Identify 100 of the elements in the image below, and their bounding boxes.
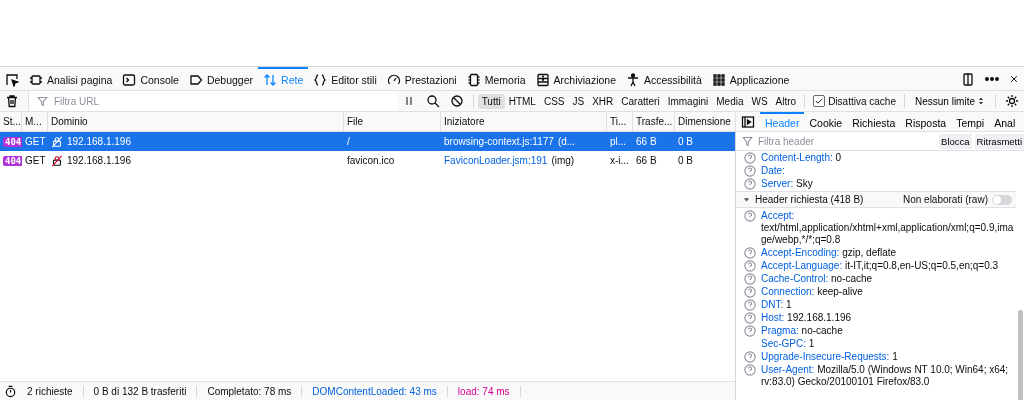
status-badge: 404	[3, 155, 22, 166]
status-badge: 404	[3, 136, 22, 147]
storage-icon	[535, 72, 550, 87]
type-cell-text: x-i...	[609, 154, 630, 168]
status-text: load: 74 ms	[447, 385, 521, 397]
details-tab[interactable]: Risposta	[900, 112, 952, 131]
details-tab[interactable]: Header	[760, 112, 805, 131]
column-header[interactable]: Trasfe...	[633, 112, 675, 131]
chip-icon	[29, 72, 43, 87]
gauge-icon	[386, 72, 401, 87]
section-title[interactable]: Header richiesta (418 B)	[755, 194, 899, 205]
type-filter-button[interactable]: Media	[712, 93, 748, 109]
devtools-tab[interactable]: Console	[117, 67, 184, 90]
header-entry: Connection: keep-alive	[761, 286, 864, 298]
dock-icon[interactable]	[961, 71, 975, 86]
type-filter-button[interactable]: JS	[568, 93, 589, 109]
details-tab[interactable]: Anal	[989, 112, 1021, 131]
column-header[interactable]: Dominio	[48, 112, 344, 131]
devtools-tab[interactable]: Memoria	[461, 67, 531, 90]
debugger-icon	[188, 72, 203, 87]
type-filter-button[interactable]: WS	[747, 93, 772, 109]
type-filter-button[interactable]: Caratteri	[617, 93, 664, 109]
status-text: 0 B di 132 B trasferiti	[83, 385, 198, 397]
header-entry: Accept-Encoding: gzip, deflate	[761, 247, 898, 259]
checkbox-label[interactable]: Disattiva cache	[828, 95, 896, 107]
type-filter-button[interactable]: Immagini	[663, 93, 713, 109]
funnel-icon	[742, 135, 753, 147]
column-header[interactable]: St...	[0, 112, 22, 131]
devtools-tab[interactable]: Editor stili	[308, 67, 382, 90]
header-entry: Upgrade-Insecure-Requests: 1	[761, 351, 899, 363]
details-tab[interactable]: Tempi	[951, 112, 990, 131]
picker-icon	[5, 72, 19, 87]
raw-toggle[interactable]	[992, 194, 1012, 205]
search-icon[interactable]	[425, 94, 440, 108]
column-header[interactable]: M...	[22, 112, 48, 131]
header-entry: Accept-Language: it-IT,it;q=0.8,en-US;q=0.5,en;q=0.3	[761, 260, 1000, 272]
stopwatch-icon	[4, 384, 17, 398]
type-cell-text: pl...	[609, 135, 628, 149]
status-text: 2 richieste	[17, 385, 84, 397]
header-entry: Cache-Control: no-cache	[761, 273, 874, 285]
trash-icon[interactable]	[5, 94, 19, 108]
devtools-tab[interactable]: Analisi pagina	[24, 67, 118, 90]
updown-arrows-icon	[263, 72, 278, 87]
devtools-tab[interactable]: Applicazione	[706, 67, 795, 90]
memory-icon	[466, 72, 481, 87]
url-filter-input[interactable]: Filtra URL	[52, 94, 352, 108]
block-icon[interactable]	[449, 94, 464, 108]
header-entry: DNT: 1	[761, 299, 793, 311]
checkbox[interactable]	[813, 95, 826, 107]
crossed-lock-icon	[51, 154, 63, 167]
panel-toggle-icon[interactable]	[741, 114, 755, 129]
domain-text: 192.168.1.196	[67, 136, 131, 147]
request-row[interactable]: 404 GET 192.168.1.196 / browsing-context.js:1177 (d... pl... 66 B 0 B	[0, 132, 735, 151]
method-cell-text: GET	[24, 154, 47, 168]
header-entry: Content-Length: 0	[761, 152, 843, 164]
funnel-icon	[37, 95, 48, 107]
file-cell-text: favicon.ico	[346, 154, 396, 168]
header-entry: Pragma: no-cache	[761, 325, 844, 337]
size-cell-text: 0 B	[677, 154, 694, 168]
domain-text: 192.168.1.196	[67, 155, 131, 166]
person-icon	[626, 72, 640, 87]
column-header[interactable]: File	[344, 112, 441, 131]
status-text: DOMContentLoaded: 43 ms	[302, 385, 448, 397]
details-tab[interactable]: Richiesta	[847, 112, 901, 131]
type-filter-button[interactable]: XHR	[588, 93, 618, 109]
method-cell-text: GET	[24, 135, 47, 149]
initiator-cell-text: browsing-context.js:1177 (d...	[443, 135, 577, 149]
url-filter-field[interactable]: Filtra URL	[28, 91, 397, 111]
size-cell-text: 0 B	[677, 135, 694, 149]
braces-icon	[313, 72, 328, 87]
type-filter-button[interactable]: HTML	[504, 93, 540, 109]
details-tab[interactable]: Cookie	[804, 112, 848, 131]
settings-icon[interactable]	[1005, 94, 1019, 108]
header-entry: Server: Sky	[761, 178, 814, 190]
type-filter-button[interactable]: CSS	[539, 93, 569, 109]
transferred-cell-text: 66 B	[635, 135, 658, 149]
crossed-lock-icon	[51, 135, 63, 148]
transferred-cell-text: 66 B	[635, 154, 658, 168]
grid-icon	[711, 72, 726, 87]
throttling-dropdown[interactable]: Nessun limite	[908, 95, 991, 107]
file-cell-text: /	[346, 135, 351, 149]
expanded-triangle-icon[interactable]	[742, 195, 751, 204]
header-action-button[interactable]: Blocca	[939, 133, 972, 149]
console-icon	[122, 72, 137, 87]
devtools-tab[interactable]: Archiviazione	[530, 67, 621, 90]
header-name: Date:	[761, 165, 786, 177]
devtools-tab[interactable]: Prestazioni	[381, 67, 462, 90]
type-filter-button[interactable]: Tutti	[477, 93, 505, 109]
raw-label: Non elaborati (raw)	[902, 194, 988, 205]
initiator-cell-text: FaviconLoader.jsm:191 (img)	[443, 154, 576, 168]
column-header[interactable]: Iniziatore	[441, 112, 607, 131]
header-entry: User-Agent: Mozilla/5.0 (Windows NT 10.0; Win64; x64; rv:83.0) Gecko/20100101 Firefox/83.0	[761, 364, 1010, 388]
header-entry: Sec-GPC: 1	[761, 338, 816, 350]
devtools-tab[interactable]: Debugger	[183, 67, 259, 90]
updown-caret-icon	[977, 96, 985, 106]
column-header[interactable]: Ti...	[607, 112, 633, 131]
header-action-button[interactable]: Ritrasmetti	[974, 133, 1024, 149]
status-text: Completato: 78 ms	[197, 385, 303, 397]
type-filter-button[interactable]: Altro	[771, 93, 801, 109]
devtools-tab[interactable]: Accessibilità	[621, 67, 707, 90]
